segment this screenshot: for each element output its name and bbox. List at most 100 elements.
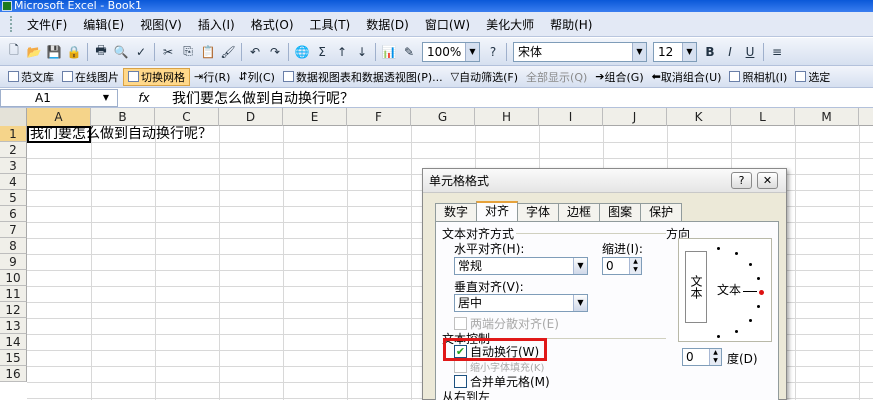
dialog-title-bar[interactable]: 单元格格式 ? ✕ — [423, 169, 786, 193]
copy-icon[interactable]: ⎘ — [179, 43, 197, 61]
menu-window[interactable]: 窗口(W) — [417, 16, 478, 33]
row-header-8[interactable]: 8 — [0, 238, 27, 254]
row-header-5[interactable]: 5 — [0, 190, 27, 206]
column-header-h[interactable]: H — [475, 108, 539, 126]
row-header-1[interactable]: 1 — [0, 126, 27, 142]
spin-arrows-icon[interactable]: ▲ ▼ — [629, 258, 641, 274]
spin-arrows-icon[interactable]: ▲ ▼ — [709, 349, 721, 365]
tab-alignment[interactable]: 对齐 — [476, 201, 519, 221]
column-header-a[interactable]: A — [27, 108, 91, 126]
row-header-6[interactable]: 6 — [0, 206, 27, 222]
column-header-m[interactable]: M — [795, 108, 859, 126]
camera-button[interactable]: 照相机(I) — [725, 68, 791, 86]
align-left-icon[interactable]: ≡ — [768, 43, 786, 61]
template-library-button[interactable]: 范文库 — [4, 68, 58, 86]
select-all-corner[interactable] — [0, 108, 27, 126]
ungroup-button[interactable]: ⬅ 取消组合(U) — [648, 68, 726, 86]
permission-icon[interactable]: 🔒 — [65, 43, 83, 61]
zoom-select[interactable]: 100% ▼ — [422, 41, 480, 62]
underline-button[interactable]: U — [741, 43, 759, 61]
column-header-c[interactable]: C — [155, 108, 219, 126]
vertical-select[interactable]: 居中 ▼ — [454, 294, 588, 312]
column-header-k[interactable]: K — [667, 108, 731, 126]
menu-format[interactable]: 格式(O) — [243, 16, 302, 33]
row-header-14[interactable]: 14 — [0, 334, 27, 350]
new-icon[interactable]: 🗋 — [5, 43, 23, 61]
column-header-b[interactable]: B — [91, 108, 155, 126]
menu-help[interactable]: 帮助(H) — [542, 16, 600, 33]
font-size-select[interactable]: 12 ▼ — [653, 41, 697, 62]
row-header-4[interactable]: 4 — [0, 174, 27, 190]
tab-protection[interactable]: 保护 — [640, 203, 683, 221]
column-header-d[interactable]: D — [219, 108, 283, 126]
menu-data[interactable]: 数据(D) — [358, 16, 417, 33]
sort-descending-icon[interactable]: ↓ — [353, 43, 371, 61]
select-button[interactable]: 选定 — [791, 68, 834, 86]
indent-stepper[interactable]: 0 ▲ ▼ — [602, 257, 642, 275]
font-select[interactable]: 宋体 ▼ — [513, 41, 647, 62]
tab-font[interactable]: 字体 — [517, 203, 560, 221]
row-header-10[interactable]: 10 — [0, 270, 27, 286]
row-header-2[interactable]: 2 — [0, 142, 27, 158]
online-image-button[interactable]: 在线图片 — [58, 68, 123, 86]
menu-beautify[interactable]: 美化大师 — [478, 16, 542, 33]
help-icon[interactable]: ? — [484, 43, 502, 61]
column-header-i[interactable]: I — [539, 108, 603, 126]
cut-icon[interactable]: ✂ — [159, 43, 177, 61]
drawing-icon[interactable]: ✎ — [400, 43, 418, 61]
hyperlink-icon[interactable]: 🌐 — [293, 43, 311, 61]
column-header-g[interactable]: G — [411, 108, 475, 126]
row-header-12[interactable]: 12 — [0, 302, 27, 318]
fx-icon[interactable]: fx — [118, 91, 170, 105]
column-header-l[interactable]: L — [731, 108, 795, 126]
italic-button[interactable]: I — [721, 43, 739, 61]
insert-column-button[interactable]: ⇵ 列(C) — [234, 68, 278, 86]
tab-border[interactable]: 边框 — [558, 203, 601, 221]
pivot-table-button[interactable]: 数据视图表和数据透视图(P)... — [279, 68, 447, 86]
row-header-15[interactable]: 15 — [0, 350, 27, 366]
menu-tools[interactable]: 工具(T) — [302, 16, 359, 33]
orientation-handle-icon[interactable] — [759, 290, 764, 295]
chart-wizard-icon[interactable]: 📊 — [380, 43, 398, 61]
autosum-button[interactable]: Σ — [313, 43, 331, 61]
print-preview-icon[interactable]: 🔍 — [112, 43, 130, 61]
vertical-text-button[interactable]: 文本 — [685, 251, 707, 323]
row-header-7[interactable]: 7 — [0, 222, 27, 238]
row-header-11[interactable]: 11 — [0, 286, 27, 302]
row-header-16[interactable]: 16 — [0, 366, 27, 382]
menu-file[interactable]: 文件(F) — [19, 16, 75, 33]
undo-icon[interactable]: ↶ — [246, 43, 264, 61]
bold-button[interactable]: B — [701, 43, 719, 61]
tab-number[interactable]: 数字 — [435, 203, 478, 221]
sort-ascending-icon[interactable]: ↑ — [333, 43, 351, 61]
format-painter-icon[interactable]: 🖌 — [219, 43, 237, 61]
autofilter-button[interactable]: ▽ 自动筛选(F) — [447, 68, 522, 86]
column-header-e[interactable]: E — [283, 108, 347, 126]
print-icon[interactable]: 🖶 — [92, 43, 110, 61]
row-header-13[interactable]: 13 — [0, 318, 27, 334]
row-header-3[interactable]: 3 — [0, 158, 27, 174]
redo-icon[interactable]: ↷ — [266, 43, 284, 61]
name-box[interactable]: A1 ▼ — [0, 88, 118, 107]
menu-edit[interactable]: 编辑(E) — [75, 16, 132, 33]
degrees-stepper[interactable]: 0 ▲ ▼ — [682, 348, 722, 366]
column-header-j[interactable]: J — [603, 108, 667, 126]
row-header-9[interactable]: 9 — [0, 254, 27, 270]
spelling-icon[interactable]: ✓ — [132, 43, 150, 61]
insert-row-button[interactable]: ⇥ 行(R) — [190, 68, 234, 86]
help-icon[interactable]: ? — [731, 172, 752, 189]
formula-input[interactable]: 我们要怎么做到自动换行呢？ — [170, 88, 354, 108]
column-header-f[interactable]: F — [347, 108, 411, 126]
menu-view[interactable]: 视图(V) — [132, 16, 190, 33]
tab-patterns[interactable]: 图案 — [599, 203, 642, 221]
open-icon[interactable]: 📂 — [25, 43, 43, 61]
toggle-grid-button[interactable]: 切换网格 — [123, 67, 190, 86]
group-button[interactable]: ➔ 组合(G) — [591, 68, 647, 86]
show-all-button[interactable]: 全部显示(Q) — [522, 68, 591, 86]
orientation-control[interactable]: 文本 文本 — [678, 238, 772, 342]
menu-insert[interactable]: 插入(I) — [190, 16, 243, 33]
close-icon[interactable]: ✕ — [757, 172, 778, 189]
save-icon[interactable]: 💾 — [45, 43, 63, 61]
paste-icon[interactable]: 📋 — [199, 43, 217, 61]
shrink-to-fit-checkbox[interactable]: 缩小字体填充(K) — [454, 359, 544, 374]
